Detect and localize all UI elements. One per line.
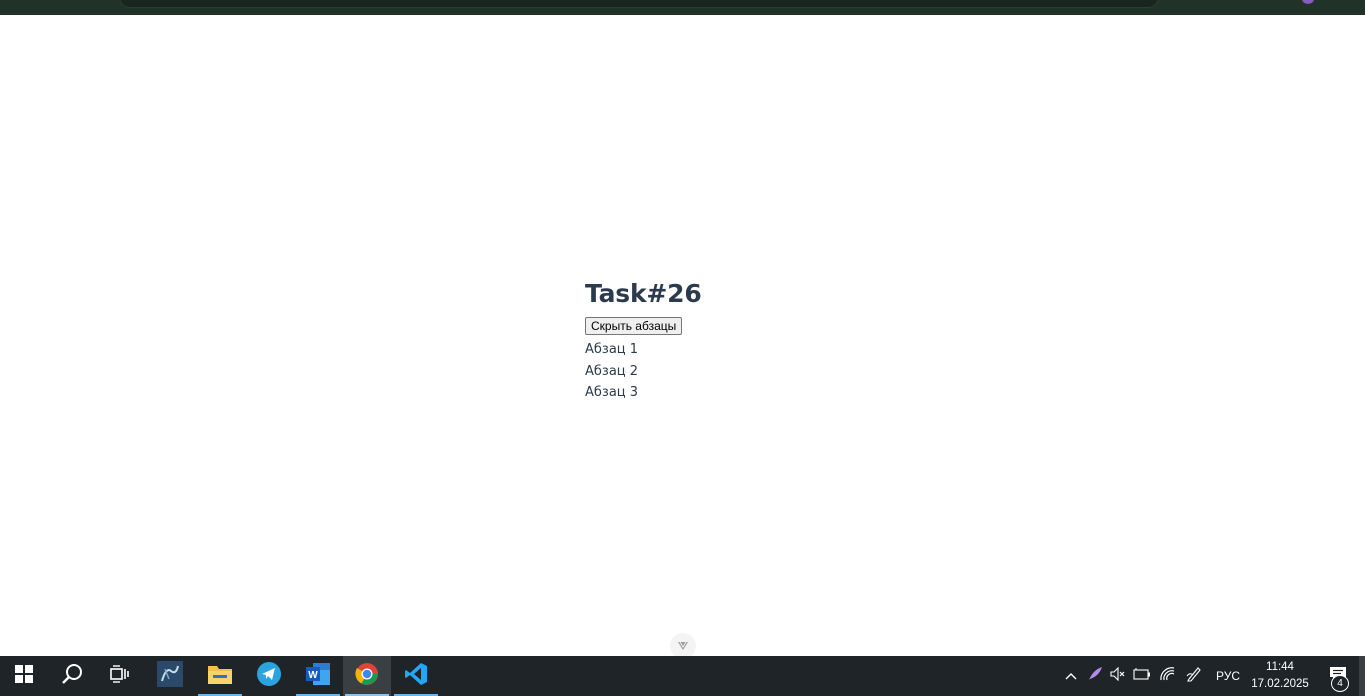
- paragraph-2: Абзац 2: [585, 363, 639, 379]
- taskbar-app-word[interactable]: W: [294, 656, 342, 696]
- file-explorer-icon: [207, 663, 233, 690]
- notification-count-badge: 4: [1331, 675, 1349, 692]
- battery-button[interactable]: [1133, 656, 1151, 696]
- taskbar-app-telegram[interactable]: [245, 656, 293, 696]
- taskbar: W РУС 11:44 17.02.2025: [0, 656, 1365, 696]
- address-bar[interactable]: [119, 0, 1159, 8]
- word-icon: W: [305, 662, 331, 691]
- pen-button[interactable]: [1185, 656, 1203, 696]
- battery-icon: [1133, 667, 1151, 685]
- page-title: Task#26: [585, 279, 702, 308]
- tray-app-feather[interactable]: [1086, 656, 1104, 696]
- speaker-muted-icon: [1110, 666, 1126, 686]
- windows-start-icon: [15, 664, 33, 688]
- chevron-up-icon: [1065, 667, 1077, 685]
- page-content: Task#26 Скрыть абзацы Абзац 1 Абзац 2 Аб…: [585, 278, 702, 404]
- taskbar-app-vscode[interactable]: [392, 656, 440, 696]
- network-button[interactable]: [1158, 656, 1176, 696]
- telegram-icon: [257, 661, 281, 691]
- system-clock[interactable]: 11:44 17.02.2025: [1248, 659, 1312, 693]
- volume-muted-button[interactable]: [1109, 656, 1127, 696]
- search-icon: [61, 663, 83, 690]
- show-hidden-icons-button[interactable]: [1062, 656, 1080, 696]
- chevron-down-icon: [677, 640, 689, 652]
- chrome-icon: [355, 662, 379, 691]
- taskbar-app-mysql-workbench[interactable]: [146, 656, 194, 696]
- paragraph-1: Абзац 1: [585, 342, 639, 357]
- profile-avatar-icon[interactable]: [1302, 0, 1314, 4]
- vscode-icon: [404, 662, 428, 691]
- clock-time: 11:44: [1266, 661, 1294, 673]
- input-language-indicator[interactable]: РУС: [1216, 656, 1240, 696]
- wifi-icon: [1159, 666, 1175, 686]
- start-button[interactable]: [0, 656, 48, 696]
- paragraph-3: Абзац 3: [585, 385, 639, 400]
- search-button[interactable]: [48, 656, 96, 696]
- task-view-icon: [110, 664, 130, 688]
- show-desktop-button[interactable]: [1359, 656, 1365, 696]
- svg-text:W: W: [308, 670, 318, 681]
- task-view-button[interactable]: [96, 656, 144, 696]
- paragraph-list: Абзац 1 Абзац 2 Абзац 3: [585, 339, 702, 404]
- browser-toolbar: [0, 0, 1365, 15]
- taskbar-app-file-explorer[interactable]: [196, 656, 244, 696]
- taskbar-app-chrome[interactable]: [343, 656, 391, 696]
- clock-date: 17.02.2025: [1251, 678, 1309, 690]
- pen-icon: [1186, 666, 1202, 687]
- feather-icon: [1087, 666, 1103, 687]
- hide-paragraphs-button[interactable]: Скрыть абзацы: [585, 317, 683, 335]
- mysql-workbench-icon: [157, 660, 183, 692]
